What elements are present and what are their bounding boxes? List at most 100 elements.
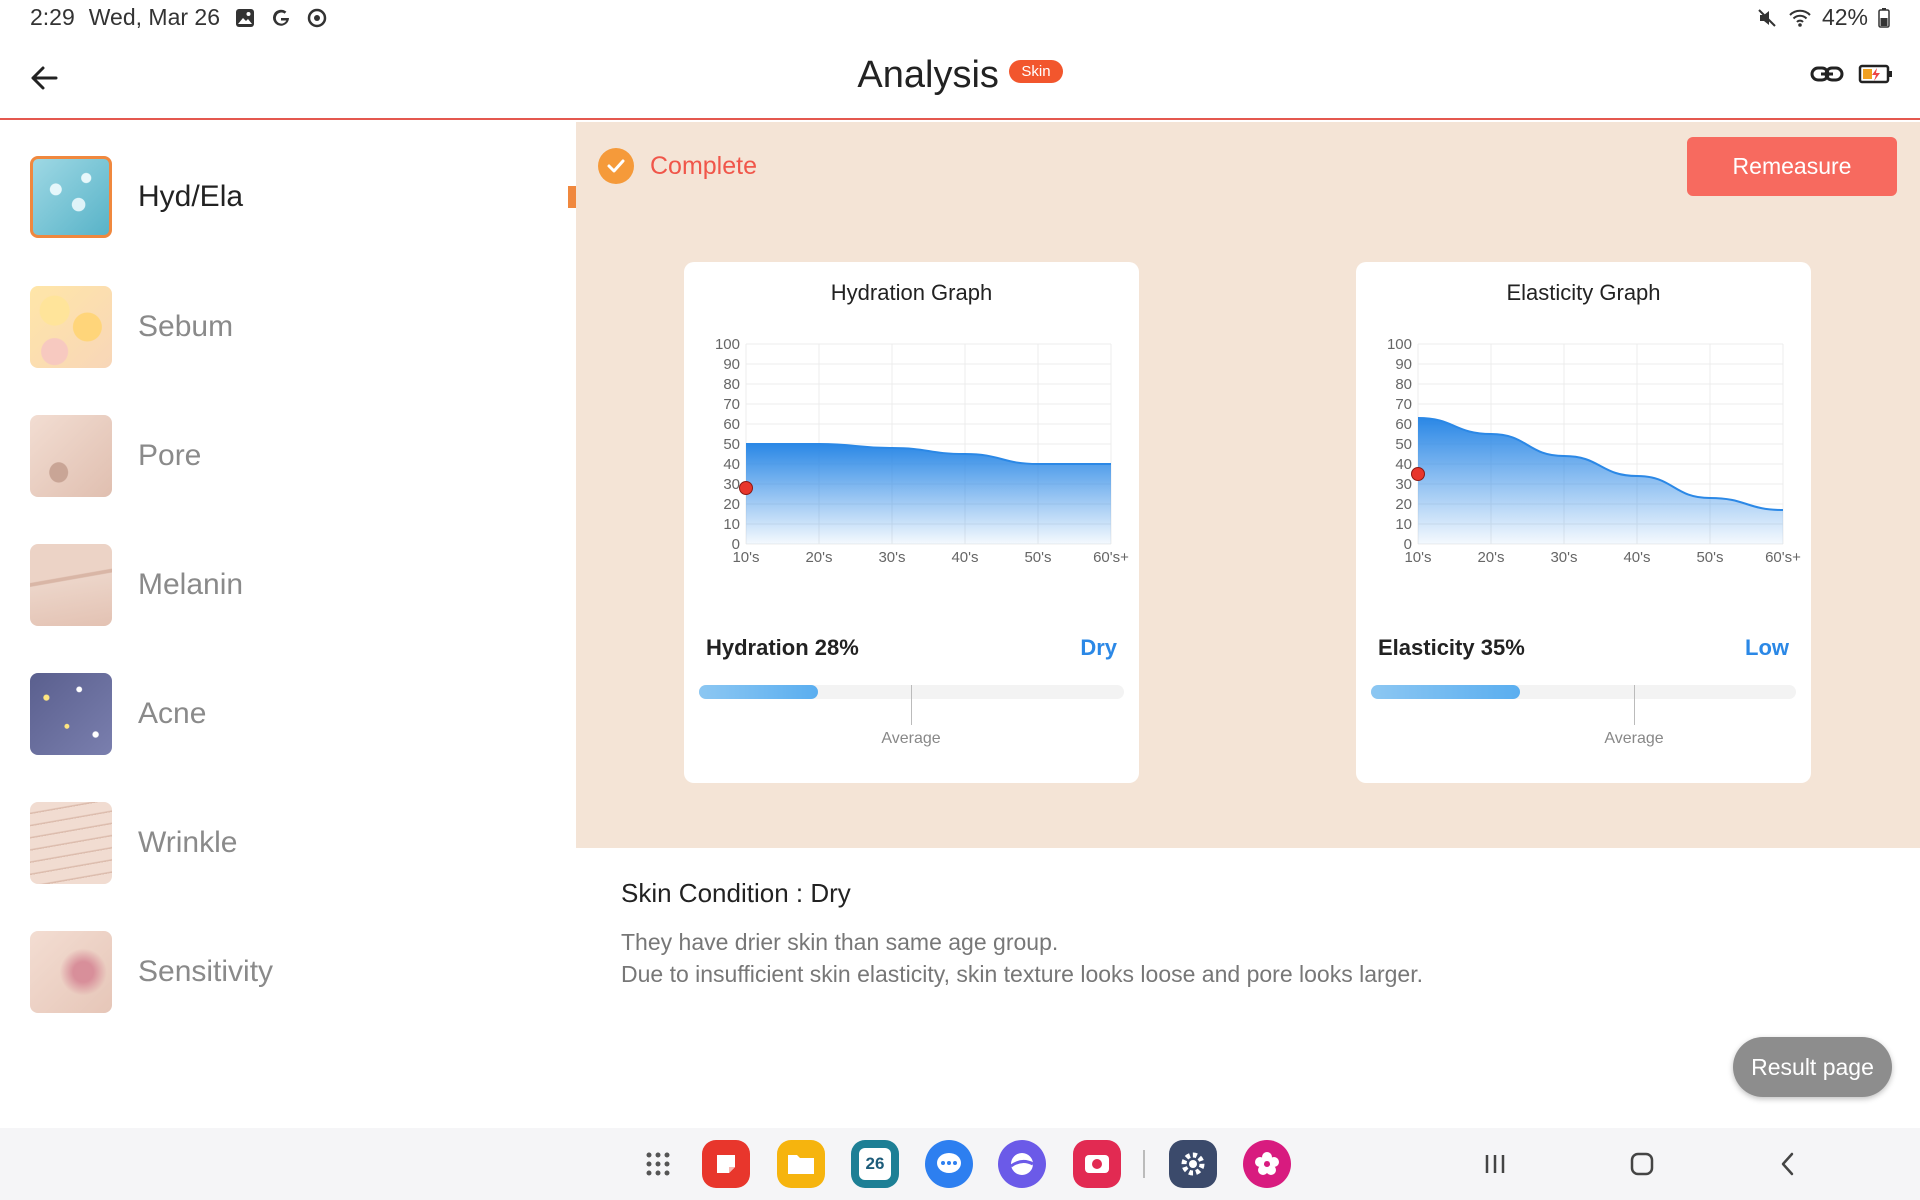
x-tick-label: 10's <box>1404 549 1431 562</box>
x-tick-label: 60's+ <box>1765 549 1801 562</box>
elasticity-status: Low <box>1745 635 1789 660</box>
dock-divider <box>1143 1150 1145 1178</box>
x-tick-label: 50's <box>1696 549 1723 562</box>
hydration-status: Dry <box>1080 635 1117 660</box>
google-icon <box>270 7 292 29</box>
files-app-icon[interactable] <box>777 1140 825 1188</box>
app-header: Analysis Skin <box>0 36 1920 120</box>
average-label: Average <box>881 730 941 747</box>
recent-apps-button[interactable] <box>1471 1142 1519 1186</box>
hydration-thumbnail <box>30 156 112 238</box>
sidebar-item-label: Melanin <box>138 568 244 601</box>
elasticity-metric: Elasticity 35% <box>1378 635 1525 660</box>
blossom-app-icon[interactable] <box>1243 1140 1291 1188</box>
skin-badge: Skin <box>1009 60 1063 83</box>
messages-app-icon[interactable] <box>925 1140 973 1188</box>
average-marker <box>911 685 912 725</box>
elasticity-graph-title: Elasticity Graph <box>1506 280 1661 305</box>
elasticity-card: Elasticity Graph 0 10 20 30 40 50 60 70 80 90 100 1… <box>1356 262 1811 783</box>
elasticity-progress-track <box>1371 685 1796 699</box>
y-tick-label: 40 <box>1395 456 1412 473</box>
battery-icon <box>1878 7 1890 29</box>
skin-condition-section: Skin Condition : Dry They have drier ski… <box>621 878 1424 987</box>
status-time: 2:29 <box>30 4 75 30</box>
mute-icon <box>1756 7 1778 29</box>
y-tick-label: 30 <box>723 476 740 493</box>
x-tick-label: 20's <box>805 549 832 562</box>
sidebar-item-sebum[interactable]: Sebum <box>30 282 550 372</box>
x-tick-label: 50's <box>1024 549 1051 562</box>
sidebar-item-hyd-ela[interactable]: Hyd/Ela <box>30 152 550 242</box>
description-line: Due to insufficient skin elasticity, ski… <box>621 961 1424 987</box>
description-line: They have drier skin than same age group… <box>621 929 1059 955</box>
wifi-icon <box>1788 7 1812 29</box>
sidebar-item-wrinkle[interactable]: Wrinkle <box>30 798 550 888</box>
notes-app-icon[interactable] <box>702 1140 750 1188</box>
active-indicator <box>568 186 576 208</box>
complete-label: Complete <box>650 151 757 180</box>
sidebar-item-pore[interactable]: Pore <box>30 411 550 501</box>
hydration-chart: 010203040506070809010010's 20's 30's 40's 50… <box>715 336 1129 562</box>
y-tick-label: 70 <box>723 396 740 413</box>
y-tick-label: 60 <box>1395 416 1412 433</box>
y-tick-label: 70 <box>1395 396 1412 413</box>
series-area <box>746 444 1111 544</box>
sidebar-item-label: Hyd/Ela <box>138 180 244 213</box>
sidebar: Hyd/Ela Sebum Pore Melanin Acne Wrinkle … <box>0 122 576 1128</box>
analysis-panel: Complete Remeasure Hydration Graph 0 10 20… <box>576 122 1920 848</box>
sidebar-item-sensitivity[interactable]: Sensitivity <box>30 927 550 1017</box>
y-tick-label: 40 <box>723 456 740 473</box>
skin-condition-title: Skin Condition : Dry <box>621 878 851 908</box>
home-button[interactable] <box>1618 1142 1666 1186</box>
sidebar-item-acne[interactable]: Acne <box>30 669 550 759</box>
average-marker <box>1634 685 1635 725</box>
remeasure-button[interactable]: Remeasure <box>1687 137 1897 196</box>
y-tick-label: 80 <box>723 376 740 393</box>
battery-percent: 42% <box>1821 4 1868 30</box>
result-page-button[interactable]: Result page <box>1733 1037 1892 1097</box>
link-icon[interactable] <box>1810 62 1844 91</box>
hydration-card: Hydration Graph 0 10 20 30 40 50 60 70 80 90 100 10… <box>684 262 1139 783</box>
assistant-icon <box>306 7 328 29</box>
pore-thumbnail <box>30 415 112 497</box>
sidebar-item-label: Sensitivity <box>138 955 274 988</box>
status-date: Wed, Mar 26 <box>88 4 221 30</box>
y-tick-label: 100 <box>1387 336 1412 353</box>
average-label: Average <box>1604 730 1664 747</box>
hydration-metric: Hydration 28% <box>706 635 859 660</box>
user-value-marker <box>739 481 753 495</box>
gallery-icon <box>234 7 256 29</box>
x-tick-label: 30's <box>878 549 905 562</box>
app-drawer-icon[interactable] <box>634 1140 682 1188</box>
y-tick-label: 50 <box>1395 436 1412 453</box>
sidebar-item-melanin[interactable]: Melanin <box>30 540 550 630</box>
check-icon <box>598 148 634 184</box>
wrinkle-thumbnail <box>30 802 112 884</box>
settings-app-icon[interactable] <box>1169 1140 1217 1188</box>
sidebar-item-label: Pore <box>138 439 202 472</box>
melanin-thumbnail <box>30 544 112 626</box>
page-title: Analysis <box>857 54 999 96</box>
sensitivity-thumbnail <box>30 931 112 1013</box>
acne-thumbnail <box>30 673 112 755</box>
internet-app-icon[interactable] <box>998 1140 1046 1188</box>
x-tick-label: 60's+ <box>1093 549 1129 562</box>
elasticity-progress-fill <box>1371 685 1520 699</box>
y-tick-label: 50 <box>723 436 740 453</box>
y-tick-label: 20 <box>723 496 740 513</box>
complete-status: Complete <box>598 148 757 184</box>
x-tick-label: 20's <box>1477 549 1504 562</box>
hydration-graph-title: Hydration Graph <box>830 280 993 305</box>
device-battery-icon[interactable] <box>1858 62 1894 91</box>
y-tick-label: 10 <box>723 516 740 533</box>
back-nav-button[interactable] <box>1764 1142 1812 1186</box>
series-area <box>1418 418 1783 544</box>
sebum-thumbnail <box>30 286 112 368</box>
calendar-app-icon[interactable]: 26 <box>851 1140 899 1188</box>
elasticity-chart: 010203040506070809010010's 20's 30's 40's 50… <box>1387 336 1801 562</box>
y-tick-label: 100 <box>715 336 740 353</box>
y-tick-label: 80 <box>1395 376 1412 393</box>
y-tick-label: 20 <box>1395 496 1412 513</box>
x-tick-label: 30's <box>1550 549 1577 562</box>
screen-recorder-icon[interactable] <box>1073 1140 1121 1188</box>
